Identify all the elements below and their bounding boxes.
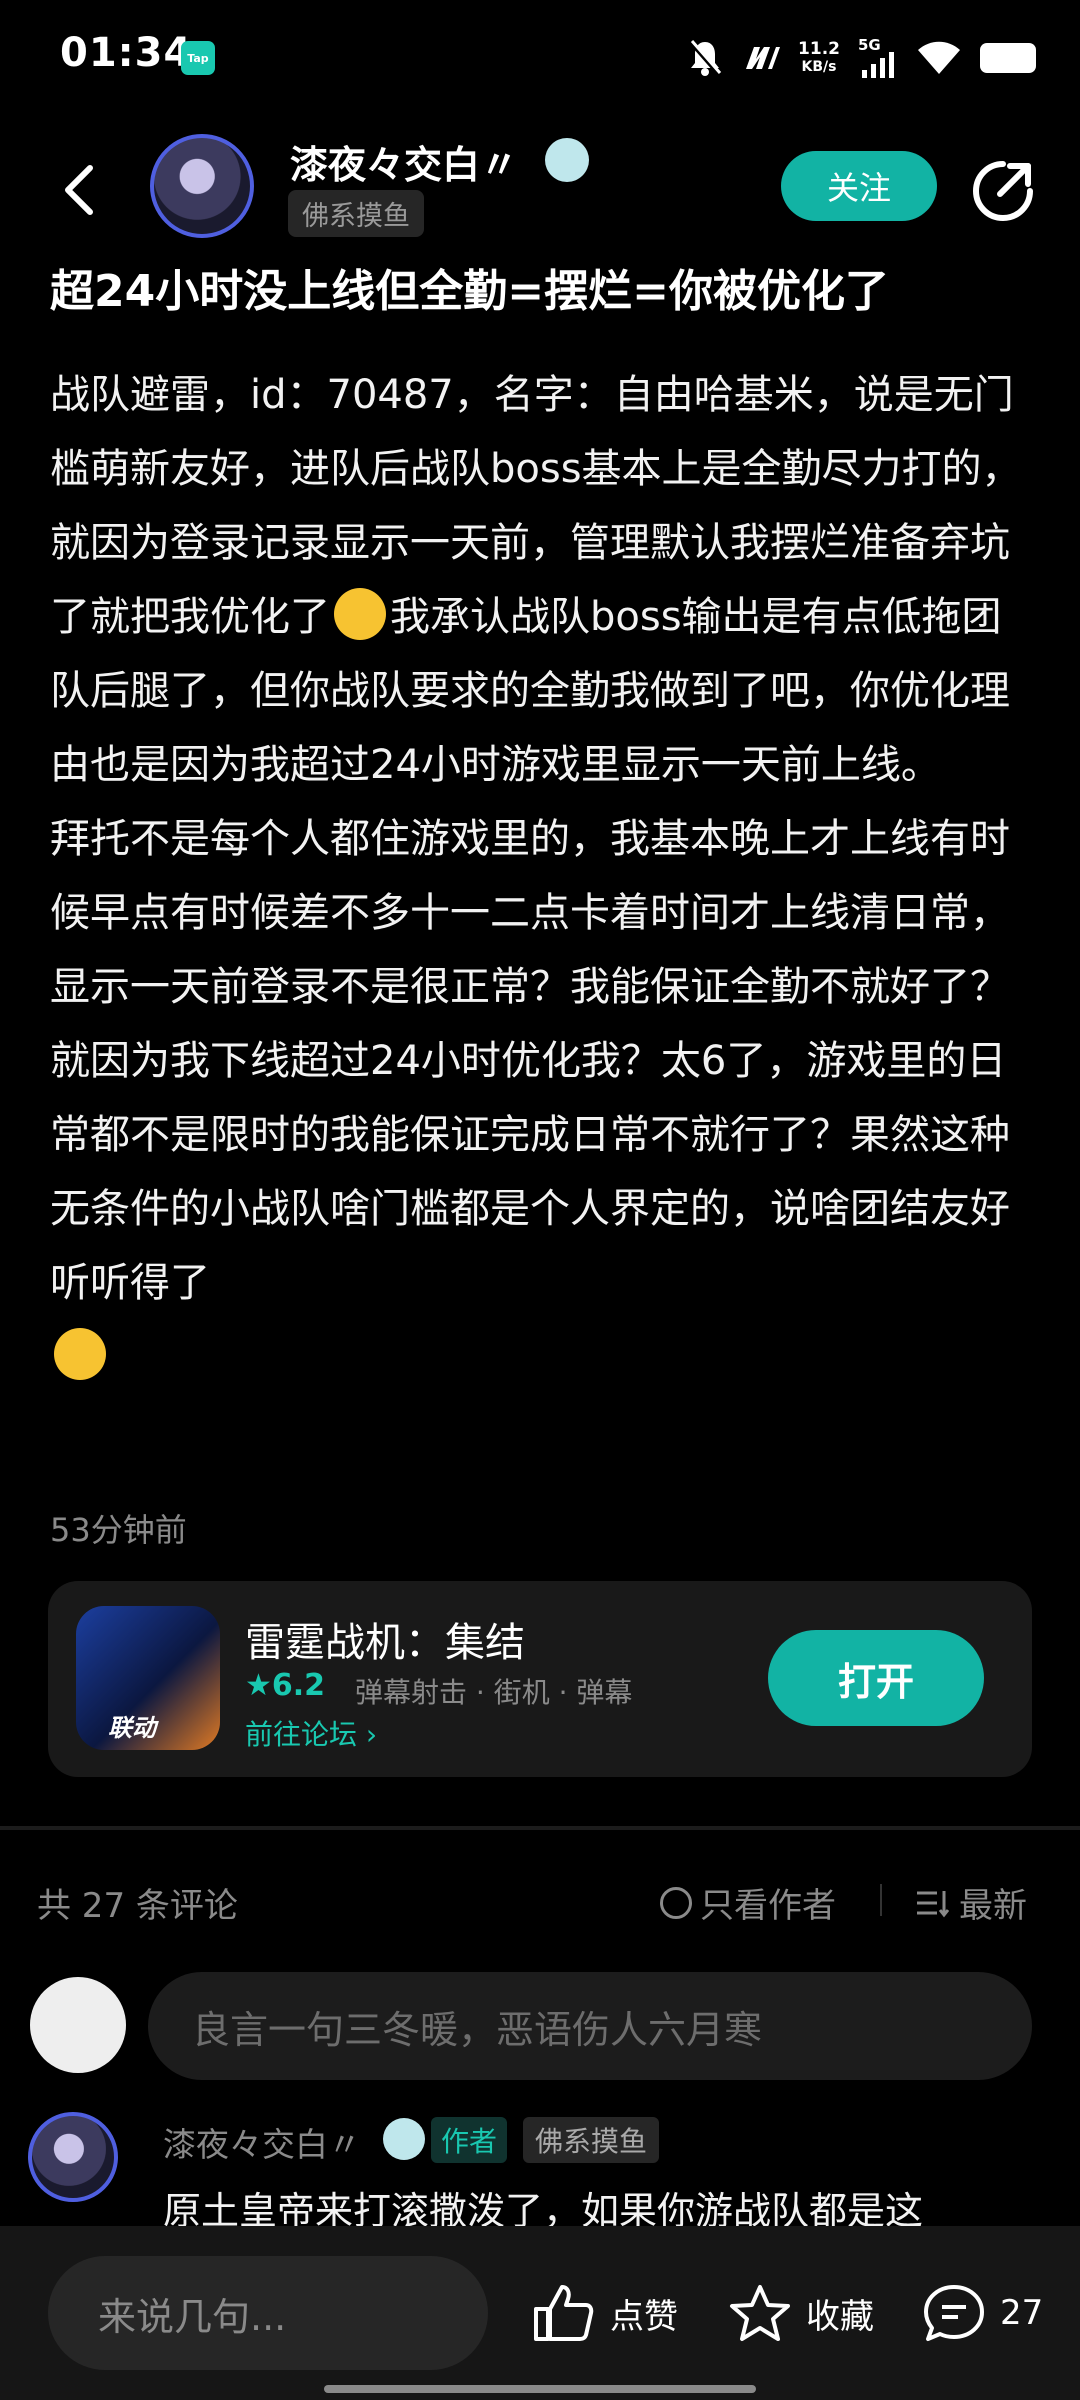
like-button[interactable]: 点赞 — [532, 2283, 678, 2343]
chevron-right-icon: › — [357, 1718, 378, 1751]
game-icon-label: 联动 — [108, 1714, 156, 1742]
favorite-button[interactable]: 收藏 — [728, 2283, 874, 2343]
verified-badge-icon — [545, 138, 589, 182]
bottom-comment-input[interactable]: 来说几句... — [48, 2256, 488, 2370]
commenter-tag: 佛系摸鱼 — [523, 2117, 660, 2163]
smirk-emoji-icon — [54, 1328, 106, 1380]
comments-button[interactable]: 27 — [922, 2283, 1043, 2343]
commenter-verified-icon — [383, 2118, 425, 2160]
game-genres: 弹幕射击 · 街机 · 弹幕 — [355, 1676, 633, 1709]
my-avatar[interactable] — [30, 1977, 126, 2073]
post-text-2: 拜托不是每个人都住游戏里的，我基本晚上才上线有时候早点有时候差不多十一二点卡着时… — [50, 816, 1010, 1306]
post-body: 战队避雷，id：70487，名字：自由哈基米，说是无门槛萌新友好，进队后战队bo… — [50, 358, 1040, 1394]
author-tag: 佛系摸鱼 — [288, 190, 424, 237]
post-paragraph-1: 战队避雷，id：70487，名字：自由哈基米，说是无门槛萌新友好，进队后战队bo… — [50, 358, 1040, 802]
sort-label: 最新 — [959, 1886, 1027, 1926]
mute-bell-icon — [689, 40, 722, 76]
favorite-label: 收藏 — [806, 2296, 874, 2337]
comment-input[interactable]: 良言一句三冬暖，恶语伤人六月寒 — [148, 1972, 1032, 2080]
like-label: 点赞 — [610, 2296, 678, 2337]
star-outline-icon — [730, 2285, 790, 2341]
author-avatar[interactable] — [150, 134, 254, 238]
thumbs-up-icon — [534, 2285, 594, 2341]
smiling-emoji-icon — [334, 588, 386, 640]
post-time: 53分钟前 — [50, 1511, 187, 1549]
cell-signal: 5G — [858, 36, 898, 78]
forum-link[interactable]: 前往论坛 › — [245, 1713, 377, 1753]
game-name[interactable]: 雷霆战机：集结 — [245, 1610, 525, 1668]
comment-bubble-icon — [924, 2285, 984, 2341]
post-title: 超24小时没上线但全勤=摆烂=你被优化了 — [50, 266, 889, 317]
author-badge: 作者 — [431, 2117, 508, 2163]
game-rating: ★6.2 — [245, 1668, 325, 1703]
author-name[interactable]: 漆夜々交白〃 — [290, 134, 518, 189]
author-only-toggle[interactable]: 只看作者 — [660, 1878, 836, 1927]
network-speed: 11.2 KB/s — [798, 40, 840, 76]
post-paragraph-2: 拜托不是每个人都住游戏里的，我基本晚上才上线有时候早点有时候差不多十一二点卡着时… — [50, 802, 1040, 1394]
net-speed-unit: KB/s — [801, 59, 837, 75]
network-boost-icon — [746, 47, 781, 69]
wifi-icon — [918, 41, 960, 74]
game-rating-value: 6.2 — [271, 1668, 326, 1703]
follow-button[interactable]: 关注 — [781, 151, 937, 221]
sort-list-icon — [917, 1890, 949, 1917]
status-icons: 11.2 KB/s 5G — [688, 32, 1036, 84]
star-icon: ★ — [245, 1668, 272, 1703]
status-time: 01:34 — [60, 30, 193, 76]
forum-link-label: 前往论坛 — [245, 1718, 358, 1751]
comment-total: 27 — [1000, 2293, 1044, 2333]
signal-bars-icon — [862, 52, 894, 78]
tap-app-badge: Tap — [181, 41, 215, 75]
net-speed-value: 11.2 — [798, 39, 840, 59]
comment-count: 共 27 条评论 — [37, 1886, 238, 1926]
radio-circle-icon — [660, 1886, 692, 1919]
commenter-name[interactable]: 漆夜々交白〃 — [163, 2118, 361, 2166]
battery-icon — [980, 43, 1036, 73]
home-indicator[interactable] — [324, 2385, 756, 2393]
filter-separator — [880, 1884, 882, 1916]
section-divider — [0, 1826, 1080, 1830]
commenter-avatar[interactable] — [28, 2112, 118, 2202]
open-game-button[interactable]: 打开 — [768, 1630, 984, 1726]
share-icon[interactable] — [970, 158, 1036, 224]
author-only-label: 只看作者 — [700, 1886, 836, 1926]
sort-newest-button[interactable]: 最新 — [915, 1878, 1027, 1927]
back-arrow-icon[interactable] — [60, 160, 100, 220]
